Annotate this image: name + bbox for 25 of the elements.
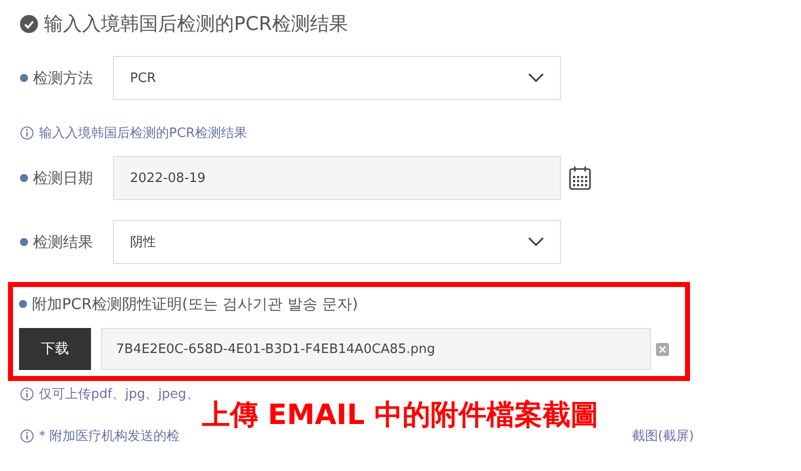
info-icon bbox=[20, 126, 34, 140]
hint-text: * 附加医疗机构发送的检 bbox=[39, 428, 180, 445]
result-select[interactable]: 阴性 bbox=[113, 220, 561, 264]
chevron-down-icon bbox=[528, 73, 544, 83]
info-icon bbox=[20, 429, 34, 443]
info-icon bbox=[20, 387, 34, 401]
check-circle-icon bbox=[20, 15, 38, 33]
download-button[interactable]: 下载 bbox=[19, 328, 91, 370]
field-label: 检测日期 bbox=[33, 168, 94, 188]
hint-text: 输入入境韩国后检测的PCR检测结果 bbox=[39, 125, 247, 142]
calendar-icon[interactable] bbox=[569, 166, 591, 190]
hint-text: 截图(截屏) bbox=[632, 428, 694, 445]
bullet-icon bbox=[20, 74, 28, 82]
chevron-down-icon bbox=[528, 237, 544, 247]
field-label: 检测方法 bbox=[33, 68, 94, 88]
date-field[interactable]: 2022-08-19 bbox=[113, 156, 561, 200]
bullet-icon bbox=[20, 174, 28, 182]
field-label: 附加PCR检测阴性证明(또는 검사기관 발송 문자) bbox=[32, 294, 358, 314]
hint-text: 仅可上传pdf、jpg、jpeg、 bbox=[39, 386, 200, 403]
method-select[interactable]: PCR bbox=[113, 56, 561, 100]
section-title: 输入入境韩国后检测的PCR检测结果 bbox=[44, 12, 348, 37]
bullet-icon bbox=[20, 238, 28, 246]
bullet-icon bbox=[19, 300, 27, 308]
file-field[interactable]: 7B4E2E0C-658D-4E01-B3D1-F4EB14A0CA85.png bbox=[101, 328, 651, 370]
field-label: 检测结果 bbox=[33, 232, 94, 252]
